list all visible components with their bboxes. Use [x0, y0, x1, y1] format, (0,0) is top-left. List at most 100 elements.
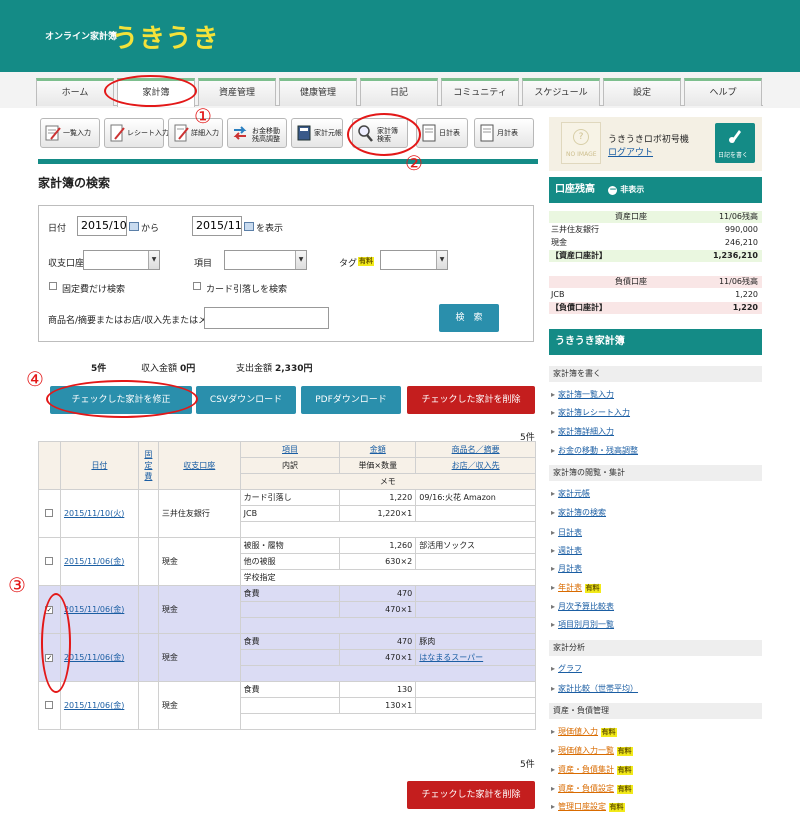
row-date-link[interactable]: 2015/11/06(金)	[64, 701, 124, 710]
from-label: から	[141, 224, 160, 234]
memo-input[interactable]	[204, 307, 329, 329]
tab-diary[interactable]: 日記	[360, 78, 438, 106]
sort-product-link[interactable]: 商品名／摘要	[452, 445, 500, 454]
pdf-download-button[interactable]: PDFダウンロード	[301, 386, 401, 414]
list-input-button[interactable]: 一覧入力	[40, 118, 100, 148]
receipt-input-button[interactable]: レシート入力	[104, 118, 169, 148]
date-label: 日付	[48, 224, 67, 234]
account-label: 収支口座	[48, 259, 85, 269]
result-count-bottom: 5件	[520, 760, 535, 770]
sort-item-link[interactable]: 項目	[282, 445, 298, 454]
sidebar-section: 家計簿を書く	[549, 366, 762, 382]
card-debit-checkbox[interactable]	[193, 282, 201, 290]
sidebar-item[interactable]: ▸ お金の移動・残高調整	[551, 446, 638, 456]
sidebar-item[interactable]: ▸ グラフ	[551, 664, 582, 674]
sidebar-item[interactable]: ▸ 家計簿詳細入力	[551, 427, 614, 437]
results-table: 日付 固定費 収支口座 項目 金額 商品名／摘要 内訳 単価×数量 お店／収入先…	[38, 441, 537, 730]
date-from-input[interactable]: 2015/10/30	[77, 216, 127, 236]
row-date-link[interactable]: 2015/11/06(金)	[64, 605, 124, 614]
balance-header: 口座残高 − 非表示	[549, 177, 762, 203]
sheet-icon	[479, 124, 495, 142]
sidebar-item[interactable]: ▸ 月計表	[551, 564, 582, 574]
result-count: 5件	[91, 364, 107, 374]
sidebar-item[interactable]: ▸ 家計簿の検索	[551, 508, 606, 518]
sidebar-item[interactable]: ▸ 資産・負債集計 有料	[551, 765, 633, 775]
tab-home[interactable]: ホーム	[36, 78, 114, 106]
chevron-down-icon: ▼	[148, 251, 159, 269]
delete-checked-button[interactable]: チェックした家計を削除	[407, 386, 535, 414]
sort-date-link[interactable]: 日付	[91, 461, 107, 470]
tab-help[interactable]: ヘルプ	[684, 78, 762, 106]
sidebar-item[interactable]: ▸ 現価値入力一覧 有料	[551, 746, 633, 756]
sidebar-item[interactable]: ▸ 週計表	[551, 546, 582, 556]
sidebar-item[interactable]: ▸ 項目別月別一覧	[551, 620, 614, 630]
sort-shop-link[interactable]: お店／収入先	[452, 461, 500, 470]
logout-link[interactable]: ログアウト	[608, 145, 653, 158]
row-date-link[interactable]: 2015/11/10(火)	[64, 509, 124, 518]
calendar-icon[interactable]	[244, 222, 254, 231]
shop-link[interactable]: はなまるスーパー	[419, 653, 483, 662]
card-debit-label: カード引落しを検索	[206, 285, 288, 295]
monthly-report-button[interactable]: 月計表	[474, 118, 534, 148]
minus-icon: −	[608, 185, 618, 195]
annotation-number: ④	[26, 367, 44, 391]
table-row: 2015/11/06(金) 現金 被服・履物 1,260 部活用ソックス	[38, 537, 536, 586]
row-checkbox[interactable]	[45, 700, 54, 709]
calendar-icon[interactable]	[129, 222, 139, 231]
tab-health[interactable]: 健康管理	[279, 78, 357, 106]
paid-badge: 有料	[358, 257, 374, 266]
sidebar-item[interactable]: ▸ 家計簿一覧入力	[551, 390, 614, 400]
sidebar-item[interactable]: ▸ 現価値入力 有料	[551, 727, 617, 737]
sort-account-link[interactable]: 収支口座	[183, 461, 215, 470]
item-select[interactable]: ▼	[224, 250, 307, 270]
logo[interactable]: うきうき	[112, 18, 219, 55]
pencil-list-icon	[45, 124, 61, 142]
table-row: 2015/11/10(火) 三井住友銀行 カード引落し 1,220 09/16:…	[38, 489, 536, 538]
sidebar-item[interactable]: ▸ 資産・負債設定 有料	[551, 784, 633, 794]
memo-label: 商品名/摘要またはお店/収入先またはメモ	[48, 316, 217, 326]
sidebar-item[interactable]: ▸ 家計簿レシート入力	[551, 408, 630, 418]
toolbar-divider	[38, 159, 538, 164]
tab-schedule[interactable]: スケジュール	[522, 78, 600, 106]
account-select[interactable]: ▼	[83, 250, 160, 270]
row-date-link[interactable]: 2015/11/06(金)	[64, 653, 124, 662]
annotation-number: ③	[8, 573, 26, 597]
unit-header: 単価×数量	[339, 457, 417, 474]
annotation-number: ②	[405, 151, 423, 175]
sidebar-item[interactable]: ▸ 家計元帳	[551, 489, 590, 499]
sidebar-item[interactable]: ▸ 月次予算比較表	[551, 602, 614, 612]
tab-settings[interactable]: 設定	[603, 78, 681, 106]
sidebar-item[interactable]: ▸ 家計比較（世帯平均）	[551, 684, 638, 694]
sort-fixed-link[interactable]: 固定費	[144, 450, 152, 481]
income-label: 収入金額	[141, 364, 178, 374]
memo-header: メモ	[239, 473, 537, 490]
sidebar-item[interactable]: ▸ 年計表 有料	[551, 583, 601, 593]
sidebar-item[interactable]: ▸ 日計表	[551, 528, 582, 538]
sort-amount-link[interactable]: 金額	[370, 445, 386, 454]
hide-balance-toggle[interactable]: − 非表示	[608, 185, 644, 195]
date-to-input[interactable]: 2015/11/30	[192, 216, 242, 236]
sidebar-item[interactable]: ▸ 管理口座設定 有料	[551, 802, 625, 812]
delete-checked-button-bottom[interactable]: チェックした家計を削除	[407, 781, 535, 809]
sheet-icon	[421, 124, 437, 142]
avatar: ? NO IMAGE	[561, 122, 601, 164]
row-checkbox[interactable]	[45, 556, 54, 565]
sidebar-title: うきうき家計簿	[549, 329, 762, 355]
expense-label: 支出金額	[236, 364, 273, 374]
search-button[interactable]: 検 索	[439, 304, 499, 332]
row-date-link[interactable]: 2015/11/06(金)	[64, 557, 124, 566]
fixed-only-checkbox[interactable]	[49, 282, 57, 290]
annotation-ring	[46, 380, 198, 418]
write-diary-button[interactable]: 日記を書く	[715, 123, 755, 163]
csv-download-button[interactable]: CSVダウンロード	[196, 386, 296, 414]
income-value: 0円	[180, 364, 196, 374]
annotation-ring	[41, 593, 71, 693]
sidebar-section: 家計簿の閲覧・集計	[549, 465, 762, 481]
tab-community[interactable]: コミュニティ	[441, 78, 519, 106]
tab-assets[interactable]: 資産管理	[198, 78, 276, 106]
money-move-button[interactable]: お金移動 残高調整	[227, 118, 287, 148]
row-checkbox[interactable]	[45, 508, 54, 517]
tag-select[interactable]: ▼	[380, 250, 448, 270]
ledger-button[interactable]: 家計元帳	[291, 118, 343, 148]
daily-report-button[interactable]: 日計表	[416, 118, 468, 148]
